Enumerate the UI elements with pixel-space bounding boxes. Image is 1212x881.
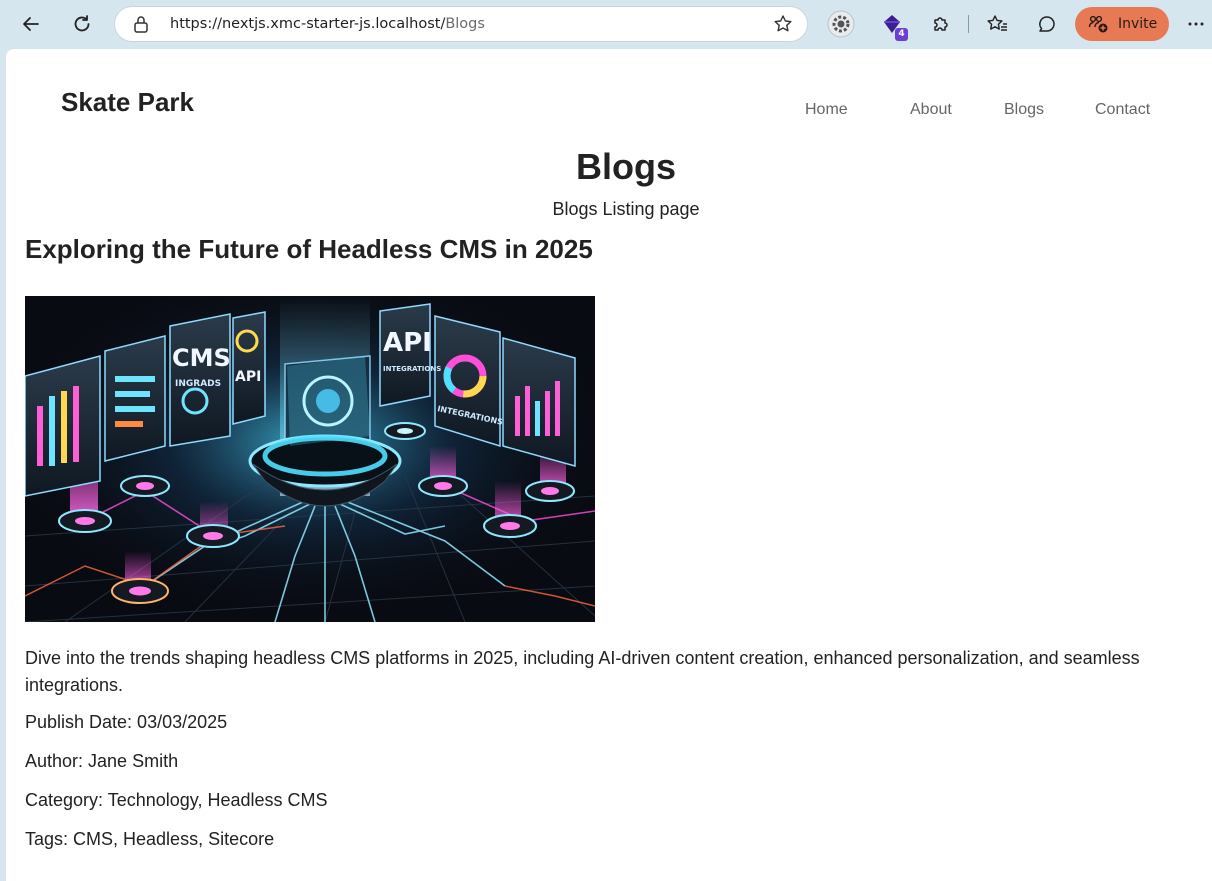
post-hero-image[interactable]: CMS INGRADS API API INTEGRATIONS INTEGRA…: [25, 296, 595, 622]
invite-button[interactable]: Invite: [1075, 7, 1169, 41]
hero-text-api: API: [383, 328, 432, 358]
page-subtitle: Blogs Listing page: [552, 199, 700, 219]
copilot-chat-icon[interactable]: [1031, 8, 1063, 40]
nav-home[interactable]: Home: [805, 101, 848, 119]
toolbar-separator: [968, 15, 969, 33]
invite-people-icon: [1088, 14, 1108, 34]
back-icon[interactable]: [15, 8, 47, 40]
favorite-star-icon[interactable]: [773, 14, 793, 39]
nav-blogs[interactable]: Blogs: [1004, 101, 1044, 119]
post-category: Category: Technology, Headless CMS: [25, 790, 328, 810]
post-publish-date: Publish Date: 03/03/2025: [25, 712, 228, 732]
puzzle-icon[interactable]: [925, 8, 957, 40]
url-path: Blogs: [445, 16, 485, 32]
invite-label: Invite: [1118, 16, 1158, 32]
hero-text-ingrads: INGRADS: [175, 379, 221, 389]
lock-icon[interactable]: [133, 15, 149, 38]
settings-extension-icon[interactable]: [825, 8, 857, 40]
post-author: Author: Jane Smith: [25, 751, 179, 771]
hero-text-integrations-left: INTEGRATIONS: [383, 365, 441, 373]
post-title[interactable]: Exploring the Future of Headless CMS in …: [25, 234, 593, 265]
hero-text-cms: CMS: [172, 344, 231, 372]
extension-badge: 4: [895, 28, 908, 41]
nav-contact[interactable]: Contact: [1095, 101, 1150, 119]
url-text[interactable]: https://nextjs.xmc-starter-js.localhost/…: [170, 7, 485, 41]
hero-text-api-small: API: [235, 369, 261, 385]
url-host: https://nextjs.xmc-starter-js.localhost/: [170, 16, 446, 32]
site-brand[interactable]: Skate Park: [61, 87, 194, 118]
address-bar[interactable]: https://nextjs.xmc-starter-js.localhost/…: [115, 7, 807, 41]
favorites-icon[interactable]: [981, 8, 1013, 40]
refresh-icon[interactable]: [66, 8, 98, 40]
post-tags: Tags: CMS, Headless, Sitecore: [25, 829, 275, 849]
post-description: Dive into the trends shaping headless CM…: [25, 648, 1140, 695]
nav-about[interactable]: About: [910, 101, 952, 119]
page-title: Blogs: [575, 146, 676, 187]
more-icon[interactable]: [1180, 8, 1212, 40]
web-page: Skate Park Home About Blogs Contact Blog…: [6, 49, 1212, 881]
browser-toolbar: https://nextjs.xmc-starter-js.localhost/…: [0, 0, 1212, 48]
